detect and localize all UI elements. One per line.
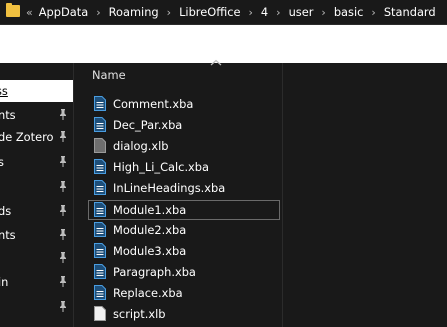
chevron-right-icon[interactable]: › bbox=[276, 6, 280, 19]
nav-item[interactable]: nts bbox=[0, 224, 73, 246]
file-name: Module2.xba bbox=[113, 223, 187, 237]
nav-item-label: ss bbox=[0, 84, 8, 98]
folder-icon bbox=[6, 3, 20, 17]
overflow-chevron-icon[interactable]: « bbox=[26, 6, 33, 19]
chevron-right-icon[interactable]: › bbox=[167, 6, 171, 19]
breadcrumb-appdata[interactable]: AppData bbox=[39, 5, 88, 19]
file-row[interactable]: script.xlb bbox=[88, 304, 280, 324]
pin-icon[interactable] bbox=[59, 156, 67, 167]
nav-item[interactable]: ds bbox=[0, 200, 73, 222]
xba-file-icon bbox=[94, 285, 106, 300]
nav-item[interactable] bbox=[0, 296, 73, 318]
pin-icon[interactable] bbox=[59, 109, 67, 120]
file-row[interactable]: Dec_Par.xba bbox=[88, 115, 280, 135]
breadcrumb-libreoffice[interactable]: LibreOffice bbox=[179, 5, 240, 19]
file-name: High_Li_Calc.xba bbox=[113, 160, 210, 174]
xba-file-icon bbox=[94, 159, 106, 174]
file-row[interactable]: dialog.xlb bbox=[88, 136, 280, 156]
command-bar bbox=[0, 25, 447, 63]
file-row[interactable]: Replace.xba bbox=[88, 283, 280, 303]
breadcrumb-user[interactable]: user bbox=[289, 5, 314, 19]
file-row[interactable]: Module2.xba bbox=[88, 220, 280, 240]
nav-item[interactable] bbox=[0, 176, 73, 198]
chevron-right-icon[interactable]: › bbox=[96, 6, 100, 19]
chevron-right-icon[interactable]: › bbox=[249, 6, 253, 19]
file-name: InLineHeadings.xba bbox=[113, 181, 226, 195]
column-header-name[interactable]: Name bbox=[92, 68, 126, 82]
file-row[interactable]: Module3.xba bbox=[88, 241, 280, 261]
sort-chevron-icon[interactable] bbox=[210, 59, 222, 67]
pin-icon[interactable] bbox=[59, 301, 67, 312]
file-row[interactable]: InLineHeadings.xba bbox=[88, 178, 280, 198]
nav-item-label: nts bbox=[0, 228, 16, 242]
pin-icon[interactable] bbox=[59, 205, 67, 216]
address-bar[interactable]: « AppData › Roaming › LibreOffice › 4 › … bbox=[0, 0, 447, 25]
breadcrumb-4[interactable]: 4 bbox=[261, 5, 268, 19]
navigation-pane: ss nts de Zotero s ds nts in bbox=[0, 63, 74, 327]
pin-icon[interactable] bbox=[59, 229, 67, 240]
nav-item[interactable] bbox=[0, 247, 73, 269]
pin-icon[interactable] bbox=[59, 276, 67, 287]
chevron-right-icon[interactable]: › bbox=[371, 6, 375, 19]
nav-item[interactable]: in bbox=[0, 271, 73, 293]
file-name: Dec_Par.xba bbox=[113, 118, 183, 132]
nav-item-label: in bbox=[0, 275, 9, 289]
breadcrumb: « AppData › Roaming › LibreOffice › 4 › … bbox=[26, 4, 436, 20]
pin-icon[interactable] bbox=[59, 252, 67, 263]
xba-file-icon bbox=[94, 96, 106, 111]
nav-item[interactable]: de Zotero bbox=[0, 126, 73, 148]
file-row[interactable]: Comment.xba bbox=[88, 94, 280, 114]
xba-file-icon bbox=[94, 222, 106, 237]
column-divider[interactable] bbox=[282, 63, 283, 327]
file-name: dialog.xlb bbox=[113, 139, 169, 153]
chevron-right-icon[interactable]: › bbox=[321, 6, 325, 19]
file-name: Module3.xba bbox=[113, 244, 187, 258]
file-row[interactable]: High_Li_Calc.xba bbox=[88, 157, 280, 177]
file-name: Module1.xba bbox=[113, 203, 187, 217]
xlb-file-icon bbox=[94, 306, 106, 321]
nav-item[interactable]: s bbox=[0, 151, 73, 173]
file-name: Paragraph.xba bbox=[113, 265, 196, 279]
nav-item-label: nts bbox=[0, 108, 16, 122]
xba-file-icon bbox=[94, 117, 106, 132]
nav-item[interactable]: ss bbox=[0, 80, 73, 102]
file-row[interactable]: Paragraph.xba bbox=[88, 262, 280, 282]
breadcrumb-basic[interactable]: basic bbox=[334, 5, 364, 19]
xba-file-icon bbox=[94, 202, 106, 217]
nav-item[interactable]: nts bbox=[0, 104, 73, 126]
nav-item-label: ds bbox=[0, 204, 12, 218]
xlb-file-icon bbox=[94, 138, 106, 153]
nav-item-label: s bbox=[0, 151, 4, 173]
file-name: Replace.xba bbox=[113, 286, 183, 300]
nav-item-label: de Zotero bbox=[0, 130, 54, 144]
file-row[interactable]: Module1.xba bbox=[88, 200, 280, 220]
pin-icon[interactable] bbox=[59, 131, 67, 142]
xba-file-icon bbox=[94, 243, 106, 258]
xba-file-icon bbox=[94, 180, 106, 195]
file-name: script.xlb bbox=[113, 307, 166, 321]
breadcrumb-standard[interactable]: Standard bbox=[384, 5, 436, 19]
xba-file-icon bbox=[94, 264, 106, 279]
file-name: Comment.xba bbox=[113, 97, 194, 111]
breadcrumb-roaming[interactable]: Roaming bbox=[109, 5, 159, 19]
pin-icon[interactable] bbox=[59, 181, 67, 192]
